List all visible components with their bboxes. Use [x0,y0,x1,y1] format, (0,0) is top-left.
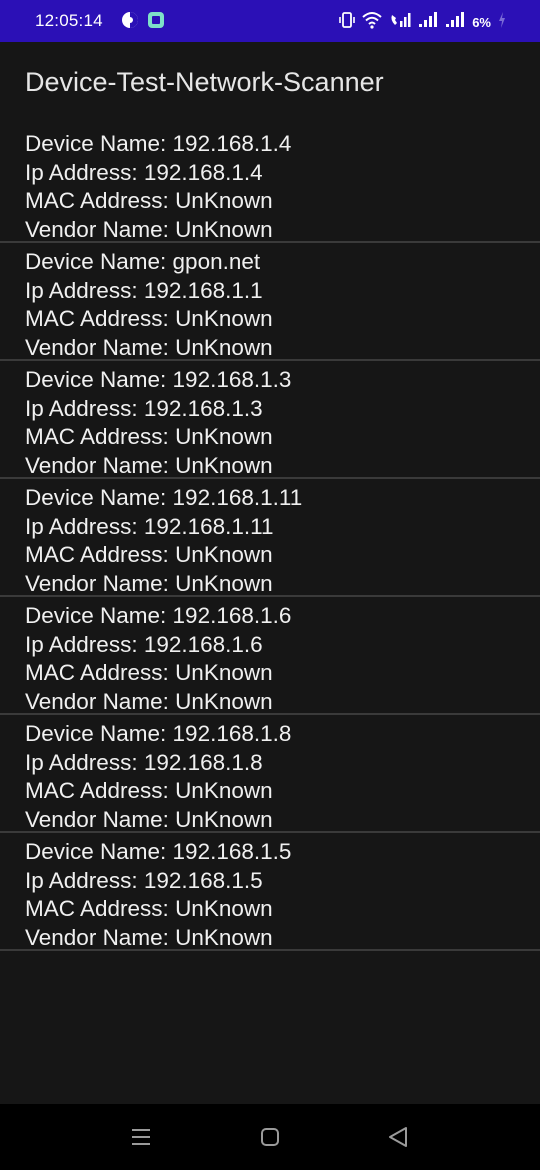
ip-address-line: Ip Address: 192.168.1.5 [25,867,263,893]
back-icon[interactable] [387,1124,409,1155]
recents-icon[interactable] [130,1124,152,1155]
mac-address-line: MAC Address: UnKnown [25,778,273,803]
status-right-icons: 6% [339,11,506,34]
device-name-line: Device Name: 192.168.1.8 [25,721,292,746]
device-name-line: Device Name: 192.168.1.3 [25,367,292,392]
device-list-item[interactable]: Device Name: 192.168.1.4 Ip Address: 192… [0,125,540,243]
mac-address-line: MAC Address: UnKnown [25,424,273,449]
home-icon[interactable] [259,1124,281,1155]
mac-address-line: MAC Address: UnKnown [25,188,273,213]
device-list-item[interactable]: Device Name: 192.168.1.6 Ip Address: 192… [0,597,540,715]
ip-address-line: Ip Address: 192.168.1.4 [25,159,263,185]
vendor-name-line: Vendor Name: UnKnown [25,806,273,832]
device-name-line: Device Name: 192.168.1.11 [25,485,303,510]
app-title: Device-Test-Network-Scanner [25,67,384,97]
device-name-line: Device Name: 192.168.1.5 [25,839,292,864]
vendor-name-line: Vendor Name: UnKnown [25,334,273,360]
battery-percentage: 6% [472,15,491,30]
battery-icon [498,12,506,33]
device-list-item[interactable]: Device Name: 192.168.1.5 Ip Address: 192… [0,833,540,951]
mac-address-line: MAC Address: UnKnown [25,896,273,921]
volte-signal-icon [389,11,411,34]
navigation-bar [0,1104,540,1170]
ip-address-line: Ip Address: 192.168.1.1 [25,277,263,303]
app-notification-icon [147,11,165,34]
device-list-item[interactable]: Device Name: 192.168.1.8 Ip Address: 192… [0,715,540,833]
notification-circle-icon [121,11,139,34]
device-list-item[interactable]: Device Name: gpon.net Ip Address: 192.16… [0,243,540,361]
ip-address-line: Ip Address: 192.168.1.3 [25,395,263,421]
signal-bars-icon [445,11,465,34]
vendor-name-line: Vendor Name: UnKnown [25,688,273,714]
wifi-icon [362,11,382,34]
device-list: Device Name: 192.168.1.4 Ip Address: 192… [0,125,540,951]
vibrate-icon [339,11,356,34]
ip-address-line: Ip Address: 192.168.1.6 [25,631,263,657]
mac-address-line: MAC Address: UnKnown [25,306,273,331]
vendor-name-line: Vendor Name: UnKnown [25,452,273,478]
vendor-name-line: Vendor Name: UnKnown [25,570,273,596]
device-name-line: Device Name: 192.168.1.4 [25,131,292,156]
device-list-item[interactable]: Device Name: 192.168.1.11 Ip Address: 19… [0,479,540,597]
status-time: 12:05:14 [35,11,103,30]
ip-address-line: Ip Address: 192.168.1.8 [25,749,263,775]
device-name-line: Device Name: 192.168.1.6 [25,603,292,628]
mac-address-line: MAC Address: UnKnown [25,542,273,567]
device-list-item[interactable]: Device Name: 192.168.1.3 Ip Address: 192… [0,361,540,479]
device-name-line: Device Name: gpon.net [25,249,261,274]
vendor-name-line: Vendor Name: UnKnown [25,924,273,950]
signal-bars-icon [418,11,438,34]
ip-address-line: Ip Address: 192.168.1.11 [25,513,274,539]
vendor-name-line: Vendor Name: UnKnown [25,216,273,242]
status-bar: 12:05:14 6% [0,0,540,42]
status-left-icons [121,11,165,34]
mac-address-line: MAC Address: UnKnown [25,660,273,685]
